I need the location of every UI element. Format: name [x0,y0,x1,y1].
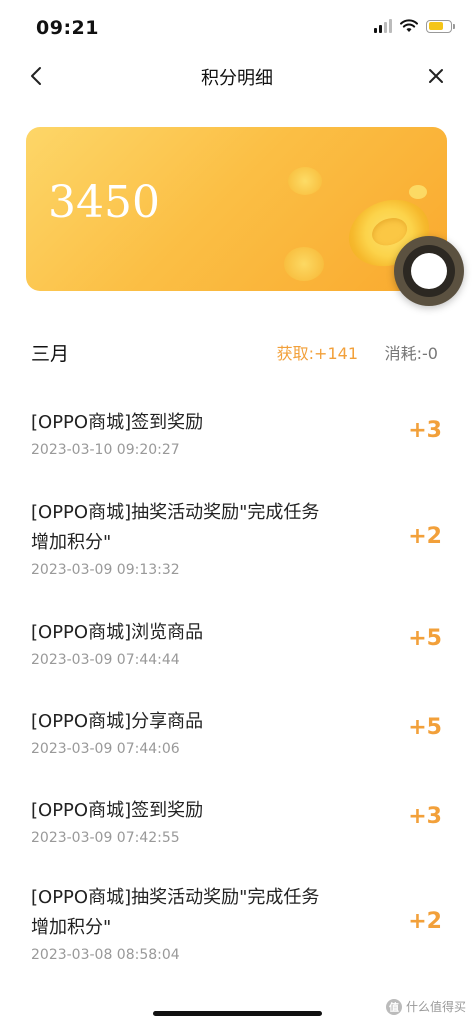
status-bar: 09:21 [0,0,474,54]
assistive-touch-button[interactable] [394,236,464,306]
record-title: [OPPO商城]浏览商品 [31,622,204,643]
list-item: [OPPO商城]分享商品 2023-03-09 07:44:06 +5 [0,697,474,786]
record-points: +5 [408,715,442,740]
record-points: +2 [408,909,442,934]
record-points: +3 [408,804,442,829]
close-icon [429,69,443,83]
list-item: [OPPO商城]抽奖活动奖励"完成任务增加积分" 2023-03-08 08:5… [0,873,474,993]
signal-icon [374,19,392,33]
wifi-icon [400,19,418,32]
record-time: 2023-03-09 07:44:06 [31,741,180,757]
page-title: 积分明细 [201,68,273,89]
watermark: 值 什么值得买 [385,998,466,1015]
record-points: +3 [408,418,442,443]
list-item: [OPPO商城]抽奖活动奖励"完成任务增加积分" 2023-03-09 09:1… [0,488,474,608]
list-item: [OPPO商城]浏览商品 2023-03-09 07:44:44 +5 [0,608,474,697]
record-points: +5 [408,626,442,651]
status-icons [374,19,455,33]
record-time: 2023-03-10 09:20:27 [31,442,180,458]
record-points: +2 [408,524,442,549]
month-label: 三月 [31,343,70,365]
battery-icon [426,19,455,33]
list-item: [OPPO商城]签到奖励 2023-03-10 09:20:27 +3 [0,398,474,488]
record-time: 2023-03-08 08:58:04 [31,947,180,963]
record-time: 2023-03-09 07:42:55 [31,830,180,846]
points-card: 3450 [26,127,447,291]
coin-decoration [409,185,427,199]
month-summary: 三月 获取:+141 消耗:-0 [31,337,438,365]
points-record-list: [OPPO商城]签到奖励 2023-03-10 09:20:27 +3 [OPP… [0,398,474,993]
record-title: [OPPO商城]抽奖活动奖励"完成任务增加积分" [31,887,320,938]
coin-decoration [284,247,324,281]
list-item: [OPPO商城]签到奖励 2023-03-09 07:42:55 +3 [0,786,474,873]
spent-total: 消耗:-0 [384,344,438,363]
record-title: [OPPO商城]抽奖活动奖励"完成任务增加积分" [31,502,320,553]
home-indicator [153,1011,322,1016]
record-title: [OPPO商城]签到奖励 [31,412,204,433]
watermark-logo-icon: 值 [385,998,402,1015]
coin-decoration [288,167,322,195]
record-time: 2023-03-09 09:13:32 [31,562,180,578]
status-time: 09:21 [36,17,99,39]
record-title: [OPPO商城]分享商品 [31,711,204,732]
record-title: [OPPO商城]签到奖励 [31,800,204,821]
watermark-text: 什么值得买 [405,1000,466,1014]
points-balance: 3450 [48,177,160,228]
record-time: 2023-03-09 07:44:44 [31,652,180,668]
nav-bar: 积分明细 [0,54,474,98]
close-button[interactable] [422,62,450,90]
earned-total: 获取:+141 [276,344,358,363]
